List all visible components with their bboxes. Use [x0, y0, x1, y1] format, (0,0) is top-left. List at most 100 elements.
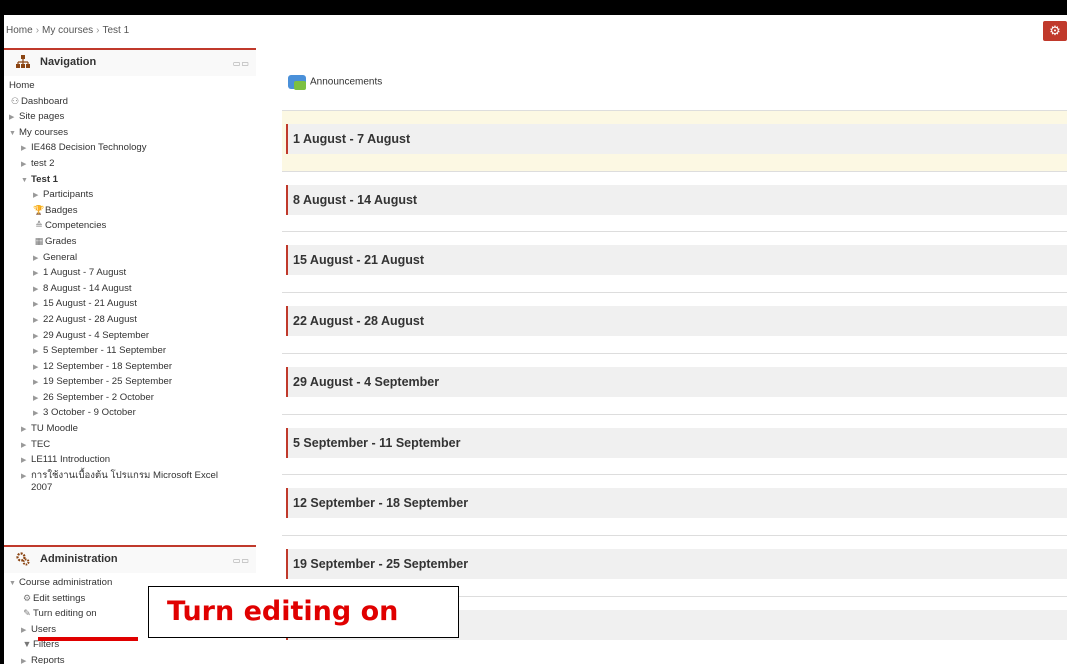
course-section[interactable]: 19 September - 25 September — [286, 548, 1067, 579]
breadcrumb-home[interactable]: Home — [6, 25, 33, 36]
tree-item[interactable]: ▶ 12 September - 18 September — [9, 359, 256, 375]
tree-item[interactable]: ▶ TU Moodle — [9, 421, 256, 437]
section-divider — [282, 352, 1067, 354]
tree-item[interactable]: ▶ TEC — [9, 437, 256, 453]
chevron-right-icon[interactable]: ▶ — [9, 110, 19, 126]
tree-item-label: 3 October - 9 October — [43, 407, 136, 419]
tree-item[interactable]: ▶ 1 August - 7 August — [9, 265, 256, 281]
chevron-right-icon[interactable]: ▶ — [21, 654, 31, 664]
tree-item-label: 5 September - 11 September — [43, 345, 167, 357]
tree-item-label: Course administration — [19, 577, 113, 588]
tree-item[interactable]: ≙ Competencies — [9, 218, 256, 234]
tree-item-label: 15 August - 21 August — [43, 298, 137, 310]
cogs-icon — [16, 552, 30, 566]
block-controls-icon[interactable]: ▭▭ — [233, 59, 250, 68]
tree-item[interactable]: Home — [9, 78, 256, 94]
administration-block-header: Administration ▭▭ — [4, 547, 256, 573]
tree-item[interactable]: ▼ My courses — [9, 125, 256, 141]
chevron-right-icon[interactable]: ▶ — [33, 375, 43, 391]
announcements-label: Announcements — [310, 76, 383, 88]
section-title[interactable]: 8 August - 14 August — [293, 193, 417, 207]
tree-item[interactable]: ▦ Grades — [9, 234, 256, 250]
tree-item-label: การใช้งานเบื้องต้น โปรแกรม Microsoft Exc… — [31, 469, 219, 493]
chevron-right-icon[interactable]: ▶ — [21, 141, 31, 157]
annotation-callout: Turn editing on — [148, 586, 459, 638]
administration-title: Administration — [40, 553, 118, 565]
tree-item-label: General — [43, 251, 78, 263]
section-title[interactable]: 1 August - 7 August — [293, 132, 410, 146]
course-settings-gear-button[interactable]: ⚙ — [1043, 21, 1067, 41]
grades-icon: ▦ — [34, 235, 44, 246]
course-section[interactable]: 1 August - 7 August — [286, 124, 1067, 154]
tree-item-label: TU Moodle — [31, 423, 78, 435]
chevron-right-icon[interactable]: ▶ — [33, 344, 43, 360]
tree-item[interactable]: ▶ 19 September - 25 September — [9, 374, 256, 390]
chevron-down-icon[interactable]: ▼ — [9, 126, 19, 142]
chevron-right-icon[interactable]: ▶ — [33, 282, 43, 298]
course-section[interactable]: 5 September - 11 September — [286, 427, 1067, 458]
tree-item[interactable]: ▶ การใช้งานเบื้องต้น โปรแกรม Microsoft Ex… — [9, 468, 256, 499]
block-controls-icon[interactable]: ▭▭ — [233, 556, 250, 565]
chevron-down-icon[interactable]: ▼ — [9, 576, 19, 592]
tree-item[interactable]: ▶ LE111 Introduction — [9, 452, 256, 468]
chevron-right-icon[interactable]: ▶ — [21, 422, 31, 438]
chevron-right-icon[interactable]: ▶ — [33, 360, 43, 376]
course-section[interactable]: 29 August - 4 September — [286, 366, 1067, 397]
chevron-right-icon[interactable]: ▶ — [33, 329, 43, 345]
tree-item[interactable]: ▶ IE468 Decision Technology — [9, 140, 256, 156]
chevron-right-icon[interactable]: ▶ — [33, 188, 43, 204]
tree-item[interactable]: ▶ 29 August - 4 September — [9, 328, 256, 344]
tree-item[interactable]: ▶ 15 August - 21 August — [9, 296, 256, 312]
chevron-right-icon[interactable]: ▶ — [33, 406, 43, 422]
tree-item[interactable]: 🏆Badges — [9, 203, 256, 219]
section-title[interactable]: 12 September - 18 September — [293, 496, 468, 510]
tree-item[interactable]: ▼ Test 1 — [9, 172, 256, 188]
chevron-down-icon[interactable]: ▼ — [21, 173, 31, 189]
course-section[interactable]: 12 September - 18 September — [286, 488, 1067, 519]
chevron-right-icon[interactable]: ▶ — [21, 623, 31, 639]
chevron-right-icon[interactable]: ▶ — [33, 391, 43, 407]
tree-item-label: Dashboard — [21, 95, 68, 107]
breadcrumb-my-courses[interactable]: My courses — [42, 25, 93, 36]
tree-item[interactable]: ⚇ Dashboard — [9, 94, 256, 110]
section-divider — [282, 110, 1067, 111]
chevron-right-icon[interactable]: ▶ — [33, 251, 43, 267]
chevron-right-icon[interactable]: ▶ — [33, 297, 43, 313]
course-section[interactable]: 15 August - 21 August — [286, 245, 1067, 276]
section-title[interactable]: 5 September - 11 September — [293, 436, 460, 450]
section-title[interactable]: 29 August - 4 September — [293, 375, 439, 389]
tree-item-label: Competencies — [45, 220, 107, 232]
tree-item-label: test 2 — [31, 157, 55, 169]
course-section[interactable]: 22 August - 28 August — [286, 306, 1067, 337]
tree-item[interactable]: ▶ 8 August - 14 August — [9, 281, 256, 297]
tree-item[interactable]: ▶ General — [9, 250, 256, 266]
tree-item[interactable]: ▶ Site pages — [9, 109, 256, 125]
section-title[interactable]: 22 August - 28 August — [293, 314, 424, 328]
tree-item-label: IE468 Decision Technology — [31, 142, 147, 154]
tree-item-label: 19 September - 25 September — [43, 376, 173, 388]
tree-item-label: Test 1 — [31, 173, 59, 185]
tree-item[interactable]: ▶ 3 October - 9 October — [9, 405, 256, 421]
tree-item[interactable]: ▶ 26 September - 2 October — [9, 390, 256, 406]
chevron-right-icon[interactable]: ▶ — [21, 453, 31, 469]
tree-item[interactable]: ▶ 22 August - 28 August — [9, 312, 256, 328]
navigation-block-header: Navigation ▭▭ — [4, 50, 256, 76]
section-title[interactable]: 19 September - 25 September — [293, 557, 468, 571]
tree-item[interactable]: ▶ Participants — [9, 187, 256, 203]
chevron-right-icon[interactable]: ▶ — [33, 266, 43, 282]
tree-item[interactable]: ▶ Reports — [9, 653, 256, 664]
forum-icon — [288, 75, 306, 90]
tree-item-label: Participants — [43, 189, 94, 201]
chevron-right-icon[interactable]: ▶ — [21, 438, 31, 454]
chevron-right-icon[interactable]: ▶ — [21, 157, 31, 173]
course-section[interactable]: 8 August - 14 August — [286, 184, 1067, 215]
tree-item-label: Grades — [45, 235, 77, 247]
announcements-link[interactable]: Announcements — [288, 75, 383, 90]
chevron-right-icon[interactable]: ▶ — [33, 313, 43, 329]
tree-item-label: 8 August - 14 August — [43, 282, 132, 294]
section-title[interactable]: 15 August - 21 August — [293, 253, 424, 267]
breadcrumb-current: Test 1 — [102, 25, 130, 36]
chevron-right-icon[interactable]: ▶ — [21, 471, 31, 483]
tree-item[interactable]: ▶ 5 September - 11 September — [9, 343, 256, 359]
tree-item[interactable]: ▶ test 2 — [9, 156, 256, 172]
